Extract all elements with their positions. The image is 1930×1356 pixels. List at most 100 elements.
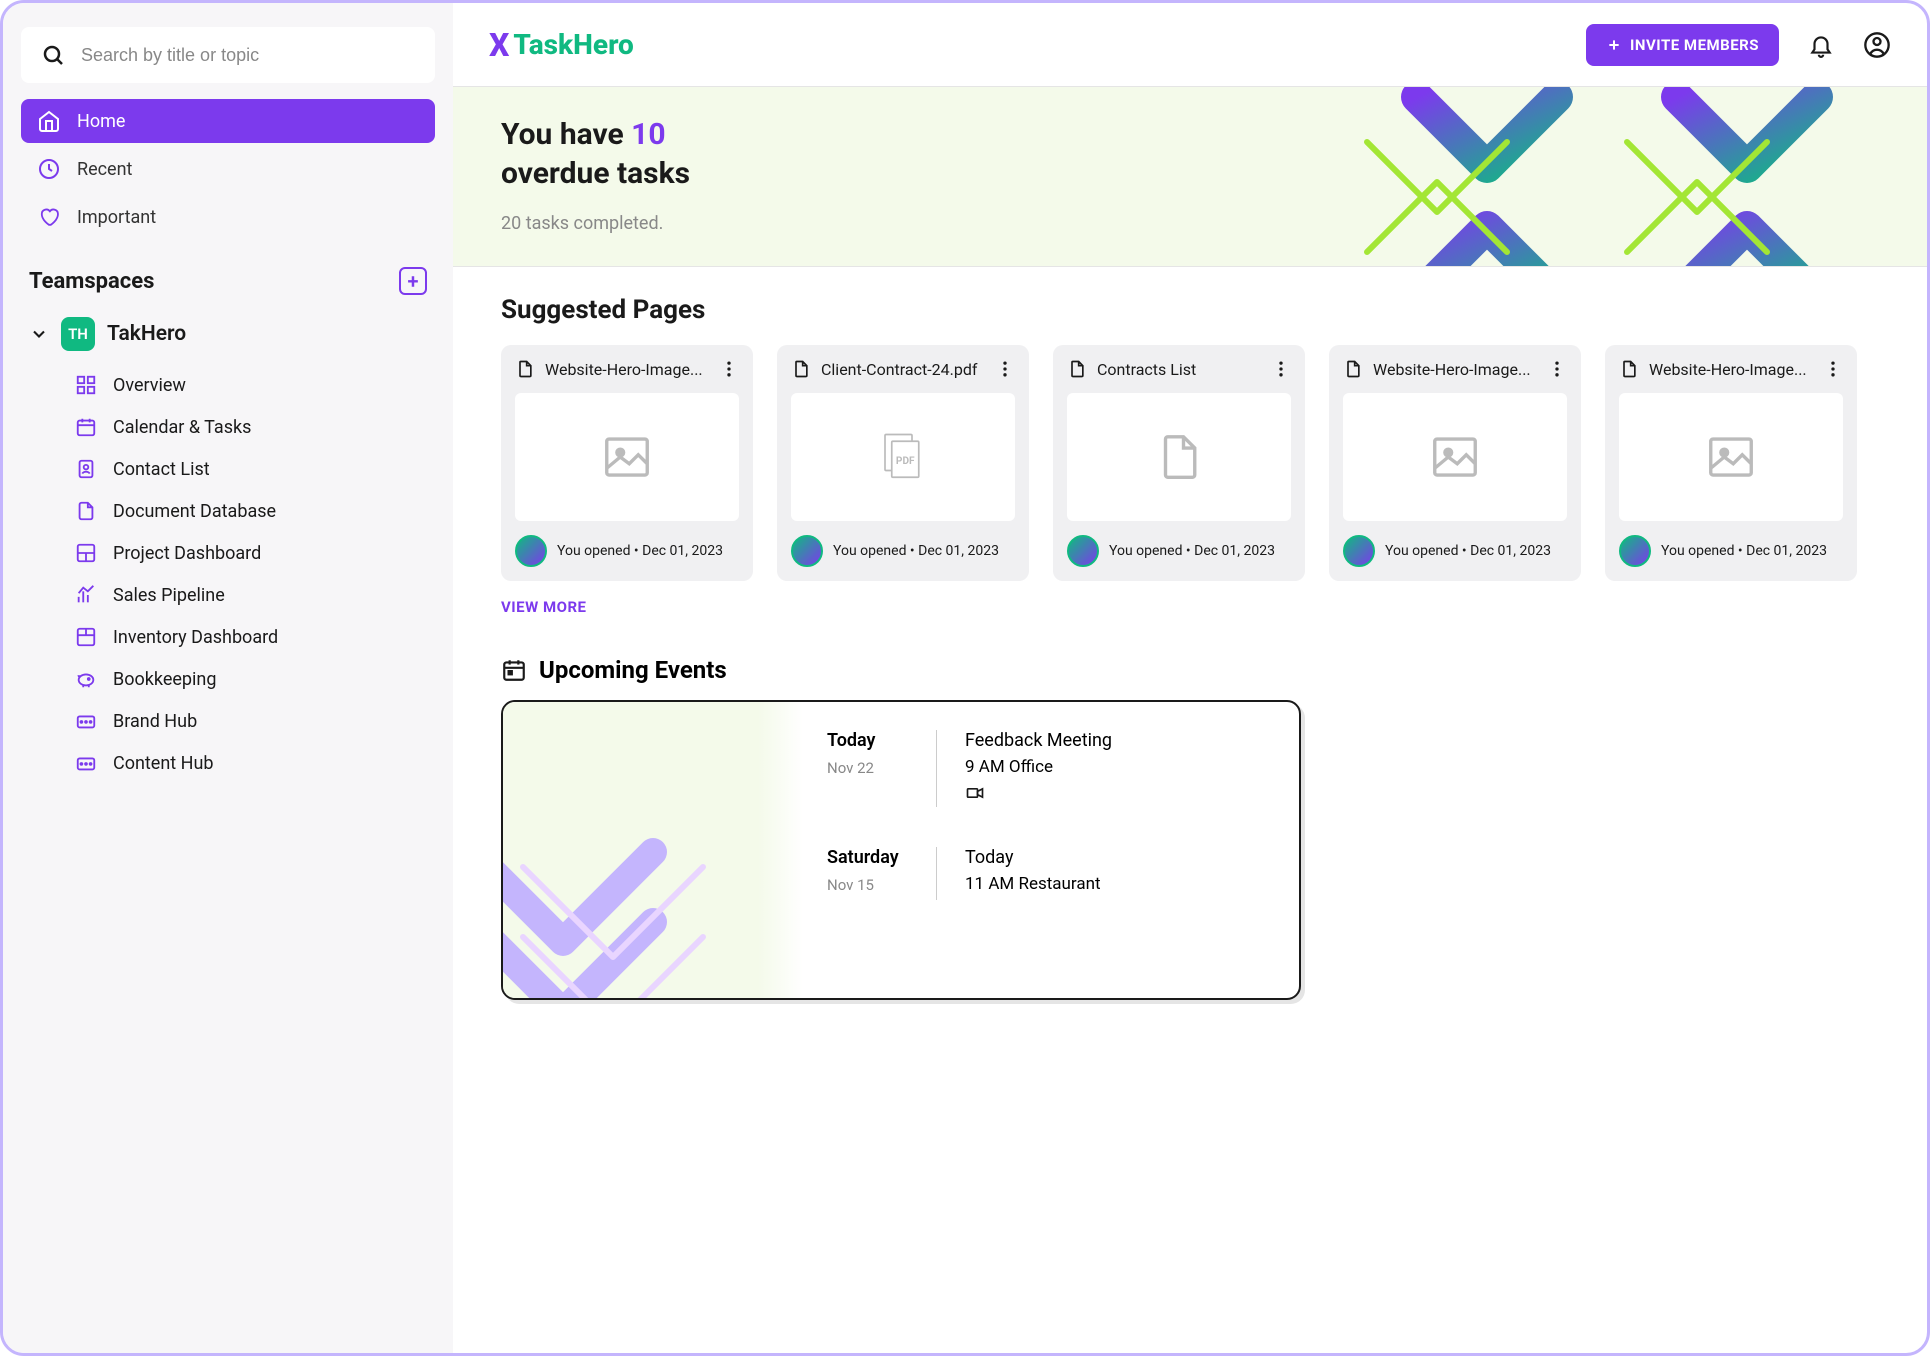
sidebar-item-label: Overview (113, 375, 186, 396)
card-thumbnail (1343, 393, 1567, 521)
more-icon[interactable] (719, 359, 739, 379)
grid-icon (75, 374, 97, 396)
contact-icon (75, 458, 97, 480)
event-time: 9 AM Office (965, 757, 1112, 777)
search-input[interactable] (81, 45, 415, 66)
teamspace-name: TakHero (107, 322, 186, 346)
card-footer: You opened • Dec 01, 2023 (1619, 535, 1843, 567)
topbar-actions: INVITE MEMBERS (1586, 24, 1891, 66)
svg-text:PDF: PDF (896, 456, 915, 467)
search-icon (41, 43, 65, 67)
card-footer: You opened • Dec 01, 2023 (1343, 535, 1567, 567)
card-thumbnail (515, 393, 739, 521)
card-title: Website-Hero-Image... (1373, 360, 1537, 379)
main: XTaskHero INVITE MEMBERS You have 10 ove… (453, 3, 1927, 1353)
primary-nav: Home Recent Important (21, 99, 435, 239)
card-header: Website-Hero-Image... (1619, 359, 1843, 379)
card-thumbnail (1619, 393, 1843, 521)
card-title: Contracts List (1097, 360, 1261, 379)
avatar (1619, 535, 1651, 567)
sidebar-item-label: Inventory Dashboard (113, 627, 278, 648)
nav-important[interactable]: Important (21, 195, 435, 239)
event-day: Today (827, 730, 916, 751)
sidebar-item-bookkeeping[interactable]: Bookkeeping (63, 659, 435, 699)
user-circle-icon (1863, 31, 1891, 59)
sidebar: Home Recent Important Teamspaces + TH Ta… (3, 3, 453, 1353)
logo[interactable]: XTaskHero (489, 26, 634, 64)
nav-recent[interactable]: Recent (21, 147, 435, 191)
chart-icon (75, 584, 97, 606)
more-icon[interactable] (1547, 359, 1567, 379)
brand-icon (75, 710, 97, 732)
page-card[interactable]: Contracts List You opened • Dec 01, 2023 (1053, 345, 1305, 581)
file-icon (1067, 359, 1087, 379)
file-icon (515, 359, 535, 379)
profile-button[interactable] (1863, 31, 1891, 59)
hero-prefix: You have (501, 117, 631, 152)
sidebar-item-content[interactable]: Content Hub (63, 743, 435, 783)
sidebar-item-documents[interactable]: Document Database (63, 491, 435, 531)
event-title: Feedback Meeting (965, 730, 1112, 751)
video-icon (965, 783, 985, 803)
add-teamspace-button[interactable]: + (399, 267, 427, 295)
card-thumbnail (1067, 393, 1291, 521)
card-footer: You opened • Dec 01, 2023 (515, 535, 739, 567)
teamspace-row[interactable]: TH TakHero (21, 311, 435, 357)
nav-home[interactable]: Home (21, 99, 435, 143)
sidebar-item-sales[interactable]: Sales Pipeline (63, 575, 435, 615)
sidebar-item-inventory[interactable]: Inventory Dashboard (63, 617, 435, 657)
sidebar-item-label: Sales Pipeline (113, 585, 225, 606)
more-icon[interactable] (995, 359, 1015, 379)
more-icon[interactable] (1823, 359, 1843, 379)
sidebar-item-label: Content Hub (113, 753, 214, 774)
sidebar-item-label: Bookkeeping (113, 669, 216, 690)
event-row[interactable]: Today Nov 22 Feedback Meeting 9 AM Offic… (827, 730, 1275, 807)
card-meta: You opened • Dec 01, 2023 (833, 543, 999, 559)
app-frame: Home Recent Important Teamspaces + TH Ta… (0, 0, 1930, 1356)
card-header: Contracts List (1067, 359, 1291, 379)
sidebar-item-brand[interactable]: Brand Hub (63, 701, 435, 741)
card-title: Website-Hero-Image... (1649, 360, 1813, 379)
sidebar-item-contacts[interactable]: Contact List (63, 449, 435, 489)
avatar (791, 535, 823, 567)
invite-label: INVITE MEMBERS (1630, 36, 1759, 54)
sidebar-item-label: Brand Hub (113, 711, 197, 732)
plus-icon (1606, 37, 1622, 53)
sidebar-item-label: Project Dashboard (113, 543, 261, 564)
file-icon (1343, 359, 1363, 379)
more-icon[interactable] (1271, 359, 1291, 379)
nav-label: Recent (77, 159, 132, 180)
document-icon (75, 500, 97, 522)
calendar-icon (75, 416, 97, 438)
events-list: Today Nov 22 Feedback Meeting 9 AM Offic… (803, 702, 1299, 998)
sidebar-item-project-dashboard[interactable]: Project Dashboard (63, 533, 435, 573)
search-box[interactable] (21, 27, 435, 83)
page-card[interactable]: Website-Hero-Image... You opened • Dec 0… (1329, 345, 1581, 581)
event-row[interactable]: Saturday Nov 15 Today 11 AM Restaurant (827, 847, 1275, 900)
card-meta: You opened • Dec 01, 2023 (1385, 543, 1551, 559)
home-icon (37, 109, 61, 133)
view-more-button[interactable]: VIEW MORE (501, 598, 587, 616)
event-date-text: Nov 15 (827, 876, 916, 894)
invite-members-button[interactable]: INVITE MEMBERS (1586, 24, 1779, 66)
page-card[interactable]: Client-Contract-24.pdf PDF You opened • … (777, 345, 1029, 581)
file-icon (791, 359, 811, 379)
teamspace-badge: TH (61, 317, 95, 351)
event-title: Today (965, 847, 1101, 868)
card-title: Client-Contract-24.pdf (821, 360, 985, 379)
sidebar-item-overview[interactable]: Overview (63, 365, 435, 405)
page-card[interactable]: Website-Hero-Image... You opened • Dec 0… (501, 345, 753, 581)
nav-label: Home (77, 111, 125, 132)
hero-banner: You have 10 overdue tasks 20 tasks compl… (453, 87, 1927, 267)
avatar (1067, 535, 1099, 567)
event-info: Feedback Meeting 9 AM Office (965, 730, 1112, 807)
page-card[interactable]: Website-Hero-Image... You opened • Dec 0… (1605, 345, 1857, 581)
clock-icon (37, 157, 61, 181)
teamspaces-label: Teamspaces (29, 269, 154, 294)
sidebar-item-label: Calendar & Tasks (113, 417, 251, 438)
card-header: Client-Contract-24.pdf (791, 359, 1015, 379)
sidebar-item-calendar[interactable]: Calendar & Tasks (63, 407, 435, 447)
box-icon (75, 626, 97, 648)
chevron-down-icon (29, 324, 49, 344)
notifications-button[interactable] (1807, 31, 1835, 59)
